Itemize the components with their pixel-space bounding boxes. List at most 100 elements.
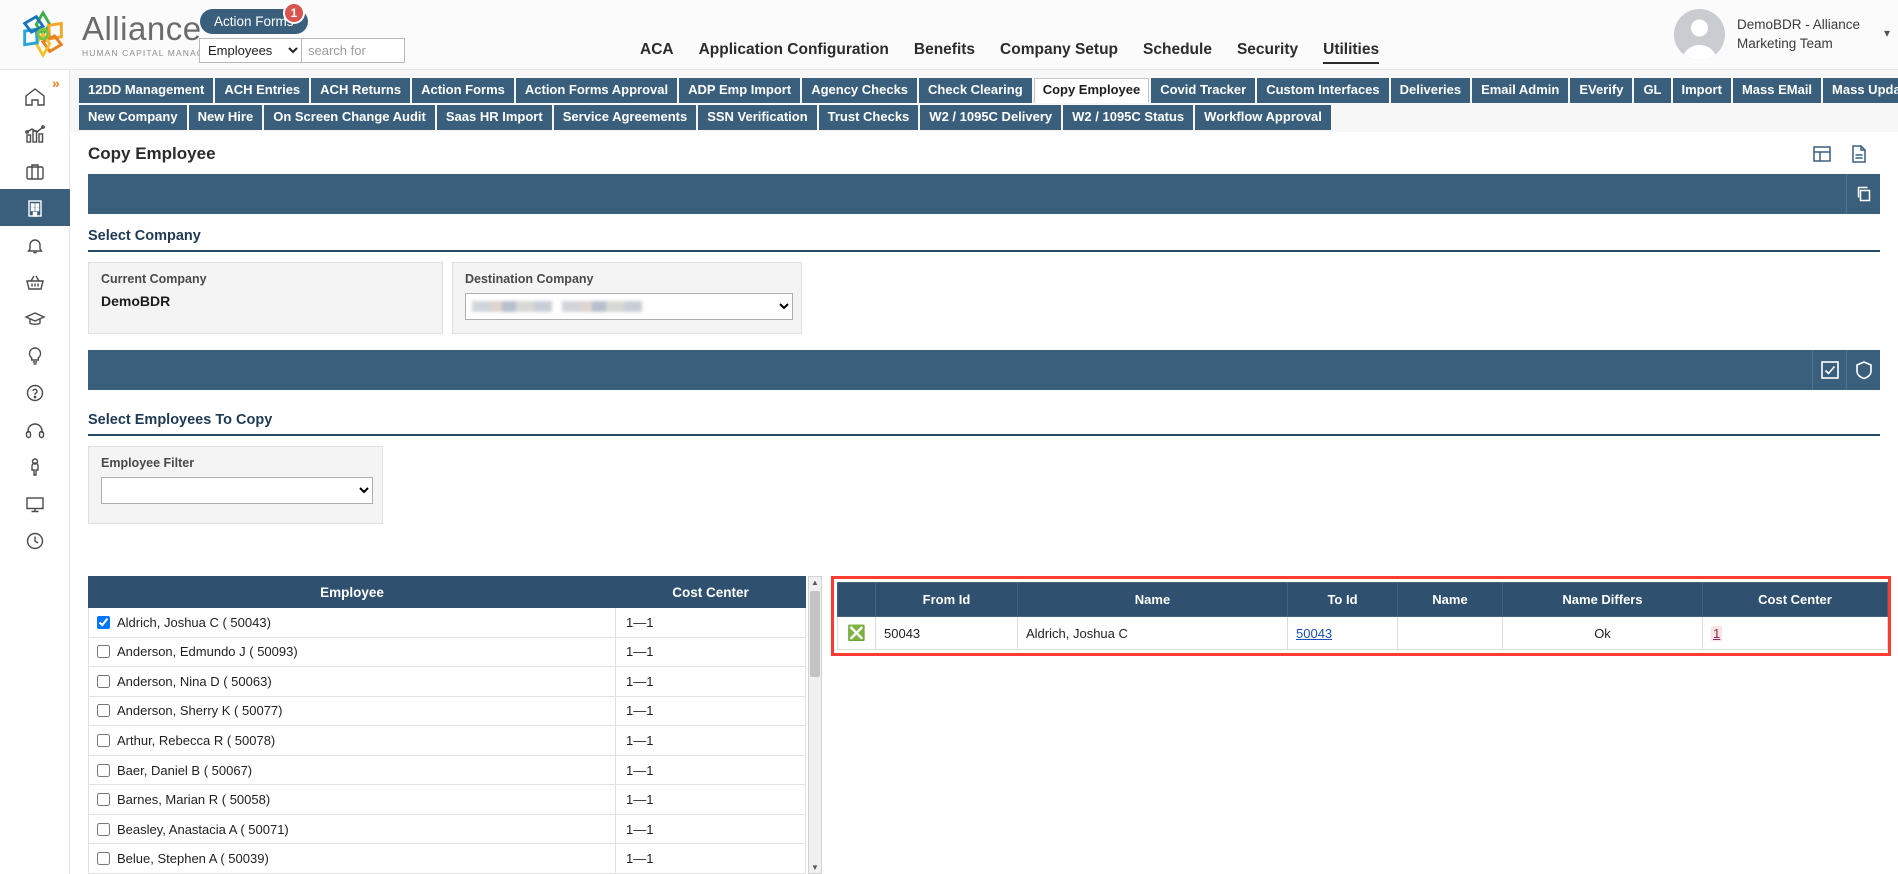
nav-utilities[interactable]: Utilities xyxy=(1323,41,1380,64)
sidebar-item-notifications[interactable] xyxy=(0,226,70,263)
tab-everify[interactable]: EVerify xyxy=(1570,78,1633,103)
col-employee[interactable]: Employee xyxy=(88,576,616,608)
employee-checkbox[interactable] xyxy=(97,793,110,807)
sidebar-item-learning[interactable] xyxy=(0,300,70,337)
employee-table-header-row: Employee Cost Center xyxy=(88,576,806,608)
tab-action-forms-approval[interactable]: Action Forms Approval xyxy=(515,78,678,103)
employee-filter-select[interactable] xyxy=(101,477,373,504)
tab-w2-1095c-status[interactable]: W2 / 1095C Status xyxy=(1063,105,1194,130)
sidebar-item-basket[interactable] xyxy=(0,263,70,300)
result-cost-center-link[interactable]: 1 xyxy=(1711,625,1723,641)
tab-adp-emp-import[interactable]: ADP Emp Import xyxy=(679,78,801,103)
current-company-value: DemoBDR xyxy=(101,293,171,309)
employee-checkbox[interactable] xyxy=(97,674,110,688)
tab-email-admin[interactable]: Email Admin xyxy=(1472,78,1569,103)
employee-list-scrollbar[interactable]: ▲ ▼ xyxy=(808,576,822,874)
table-row[interactable]: Baer, Daniel B ( 50067) 1—1 xyxy=(88,755,806,786)
table-row[interactable]: Barnes, Marian R ( 50058) 1—1 xyxy=(88,784,806,815)
tab-ssn-verification[interactable]: SSN Verification xyxy=(698,105,817,130)
sidebar-item-ideas[interactable] xyxy=(0,337,70,374)
sidebar-item-analytics[interactable] xyxy=(0,115,70,152)
tab-copy-employee[interactable]: Copy Employee xyxy=(1033,78,1150,103)
col-from-id[interactable]: From Id xyxy=(875,582,1018,617)
table-row[interactable]: ❎ 50043 Aldrich, Joshua C 50043 Ok 1 xyxy=(837,616,1888,650)
tab-ach-returns[interactable]: ACH Returns xyxy=(311,78,411,103)
nav-security[interactable]: Security xyxy=(1237,41,1298,64)
table-row[interactable]: Belue, Stephen A ( 50039) 1—1 xyxy=(88,843,806,874)
employee-cost-center: 1—1 xyxy=(615,696,806,727)
check-icon xyxy=(1820,361,1839,379)
shield-button[interactable] xyxy=(1846,350,1880,390)
col-to-name[interactable]: Name xyxy=(1397,582,1503,617)
sidebar-item-person[interactable] xyxy=(0,448,70,485)
user-name-line1: DemoBDR - Alliance xyxy=(1736,17,1860,33)
scroll-thumb[interactable] xyxy=(810,591,820,677)
table-row[interactable]: Anderson, Nina D ( 50063) 1—1 xyxy=(88,666,806,697)
employee-checkbox[interactable] xyxy=(97,822,110,836)
chevron-double-right-icon[interactable]: » xyxy=(52,75,60,91)
tab-new-company[interactable]: New Company xyxy=(79,105,187,130)
tab-action-forms[interactable]: Action Forms xyxy=(412,78,514,103)
sidebar-item-company[interactable] xyxy=(0,189,70,226)
search-scope-select[interactable]: Employees xyxy=(199,38,301,63)
user-menu[interactable]: DemoBDR - Alliance Marketing Team xyxy=(1673,9,1860,60)
scroll-up-icon[interactable]: ▲ xyxy=(809,578,821,587)
confirm-button[interactable] xyxy=(1812,350,1846,390)
tab-on-screen-change-audit[interactable]: On Screen Change Audit xyxy=(264,105,435,130)
table-row[interactable]: Aldrich, Joshua C ( 50043) 1—1 xyxy=(88,607,806,638)
table-row[interactable]: Anderson, Edmundo J ( 50093) 1—1 xyxy=(88,637,806,668)
tab-check-clearing[interactable]: Check Clearing xyxy=(919,78,1032,103)
search-input[interactable] xyxy=(301,38,405,63)
nav-company-setup[interactable]: Company Setup xyxy=(1000,41,1118,64)
result-to-id-link[interactable]: 50043 xyxy=(1296,626,1332,641)
scroll-down-icon[interactable]: ▼ xyxy=(809,863,821,872)
copy-button[interactable] xyxy=(1846,174,1880,214)
tab-workflow-approval[interactable]: Workflow Approval xyxy=(1195,105,1331,130)
table-row[interactable]: Beasley, Anastacia A ( 50071) 1—1 xyxy=(88,814,806,845)
tab-gl[interactable]: GL xyxy=(1634,78,1671,103)
delete-circle-icon[interactable]: ❎ xyxy=(847,625,866,642)
tab-ach-entries[interactable]: ACH Entries xyxy=(215,78,310,103)
tab-trust-checks[interactable]: Trust Checks xyxy=(818,105,919,130)
col-from-name[interactable]: Name xyxy=(1017,582,1288,617)
col-to-id[interactable]: To Id xyxy=(1287,582,1398,617)
sidebar-item-time[interactable] xyxy=(0,522,70,559)
tab-custom-interfaces[interactable]: Custom Interfaces xyxy=(1257,78,1389,103)
employee-checkbox[interactable] xyxy=(97,852,110,866)
employee-checkbox[interactable] xyxy=(97,733,110,747)
tab-new-hire[interactable]: New Hire xyxy=(188,105,263,130)
employee-checkbox[interactable] xyxy=(97,763,110,777)
tab-mass-update-utility[interactable]: Mass Update Utility xyxy=(1823,78,1898,103)
document-icon[interactable] xyxy=(1850,144,1868,169)
grid-view-icon[interactable] xyxy=(1812,144,1832,169)
tab-mass-email[interactable]: Mass EMail xyxy=(1732,78,1822,103)
col-name-differs[interactable]: Name Differs xyxy=(1502,582,1703,617)
employee-checkbox[interactable] xyxy=(97,645,110,659)
tab-12dd-management[interactable]: 12DD Management xyxy=(79,78,214,103)
tab-import[interactable]: Import xyxy=(1672,78,1731,103)
employee-checkbox[interactable] xyxy=(97,615,110,629)
employee-name: Aldrich, Joshua C ( 50043) xyxy=(117,614,271,630)
table-row[interactable]: Arthur, Rebecca R ( 50078) 1—1 xyxy=(88,725,806,756)
user-menu-chevron-down-icon[interactable]: ▾ xyxy=(1884,26,1890,40)
nav-aca[interactable]: ACA xyxy=(640,41,674,64)
col-cost-center[interactable]: Cost Center xyxy=(615,576,806,608)
tab-service-agreements[interactable]: Service Agreements xyxy=(553,105,697,130)
top-header: Alliance HUMAN CAPITAL MANAGEMENT Action… xyxy=(0,0,1898,70)
tab-agency-checks[interactable]: Agency Checks xyxy=(802,78,918,103)
tab-covid-tracker[interactable]: Covid Tracker xyxy=(1151,78,1256,103)
col-result-cost-center[interactable]: Cost Center xyxy=(1702,582,1888,617)
sidebar-item-help[interactable] xyxy=(0,374,70,411)
nav-application-configuration[interactable]: Application Configuration xyxy=(699,41,889,64)
sidebar-item-support[interactable] xyxy=(0,411,70,448)
table-row[interactable]: Anderson, Sherry K ( 50077) 1—1 xyxy=(88,696,806,727)
tab-deliveries[interactable]: Deliveries xyxy=(1390,78,1471,103)
sidebar-item-briefcase[interactable] xyxy=(0,152,70,189)
sidebar-item-monitor[interactable] xyxy=(0,485,70,522)
tab-saas-hr-import[interactable]: Saas HR Import xyxy=(436,105,552,130)
nav-schedule[interactable]: Schedule xyxy=(1143,41,1212,64)
tab-w2-1095c-delivery[interactable]: W2 / 1095C Delivery xyxy=(920,105,1062,130)
page-content: Copy Employee Select Company Current Com… xyxy=(70,132,1898,874)
nav-benefits[interactable]: Benefits xyxy=(914,41,975,64)
employee-checkbox[interactable] xyxy=(97,704,110,718)
